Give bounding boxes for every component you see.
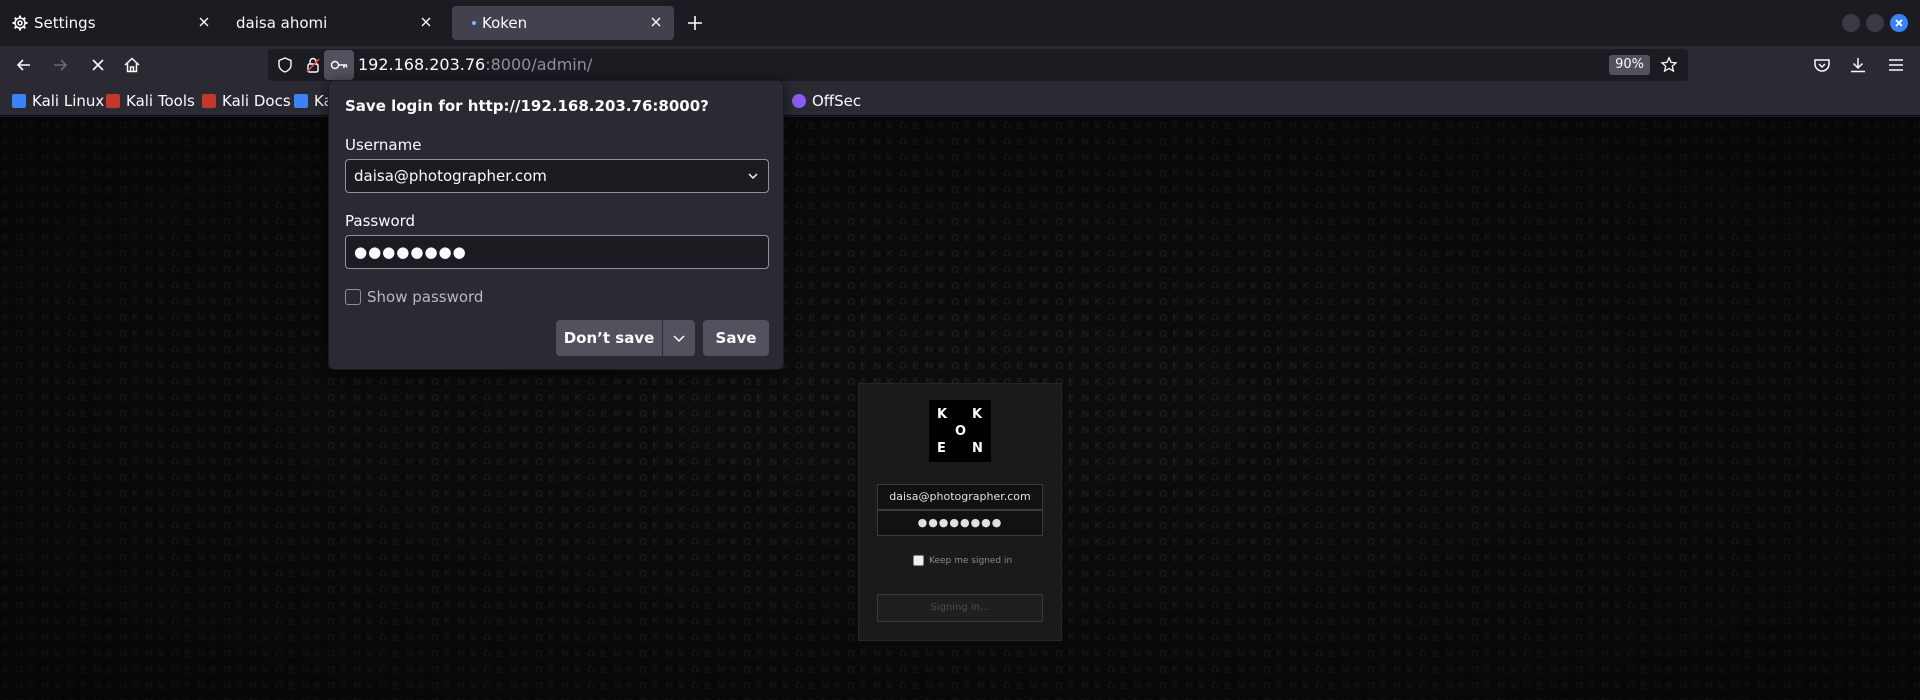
save-login-popup: Save login for http://192.168.203.76:800… [328,80,784,370]
zoom-level-badge[interactable]: 90% [1609,55,1650,75]
show-password-checkbox[interactable] [345,289,361,305]
forward-arrow-icon[interactable] [50,55,70,75]
password-field[interactable]: ●●●●●●●● [345,235,769,269]
tab-title: Settings [34,14,96,32]
downloads-icon[interactable] [1848,55,1868,75]
hamburger-menu-icon[interactable] [1886,55,1906,75]
bookmark-kali-tools[interactable]: Kali Tools [106,91,195,111]
logo-letter: K [972,407,983,422]
close-icon[interactable] [648,14,664,30]
bookmark-label: Kali Tools [126,92,195,110]
key-icon [330,60,348,70]
bookmark-label: Kali Linux [32,92,105,110]
bookmark-label: OffSec [812,92,862,110]
tab-title: Koken [482,14,528,32]
keep-signed-in-checkbox[interactable] [913,555,924,566]
popup-title: Save login for http://192.168.203.76:800… [345,97,709,115]
window-close-button[interactable] [1890,14,1908,32]
save-button[interactable]: Save [703,320,769,356]
chevron-down-icon[interactable] [746,169,760,183]
gear-icon [12,15,28,31]
show-password-label: Show password [367,288,484,306]
dont-save-button[interactable]: Don’t save [556,320,662,356]
kali-tools-icon [106,94,120,108]
bookmark-kali-docs[interactable]: Kali Docs [202,91,291,111]
tab-settings[interactable]: Settings [4,6,222,40]
bookmark-star-icon[interactable] [1660,56,1678,74]
tab-title: daisa ahomi [236,14,328,32]
show-password-row[interactable]: Show password [345,288,483,306]
tab-daisa-ahomi[interactable]: daisa ahomi [226,6,444,40]
login-email-input[interactable]: daisa@photographer.com [877,484,1043,510]
login-card: K K O E N daisa@photographer.com ●●●●●●●… [858,383,1062,641]
bookmark-kali-forums[interactable]: Ka [294,91,333,111]
kali-docs-icon [202,94,216,108]
logo-letter: N [972,441,983,456]
url-host: 192.168.203.76 [358,55,486,74]
bookmarks-toolbar: Kali Linux Kali Tools Kali Docs Ka OffSe… [0,84,1920,116]
login-password-input[interactable]: ●●●●●●●● [877,510,1043,536]
keep-signed-in-label: Keep me signed in [929,555,1013,566]
close-icon [1895,19,1903,27]
logo-letter: E [937,441,946,456]
bookmark-kali-linux[interactable]: Kali Linux [12,91,104,111]
tab-strip: Settings daisa ahomi Koken [0,0,1920,46]
close-icon[interactable] [196,14,212,30]
signing-in-button[interactable]: Signing in... [877,594,1043,622]
dont-save-dropdown-button[interactable] [663,320,695,356]
minimize-button[interactable] [1842,14,1860,32]
offsec-icon [792,94,806,108]
logo-letter: O [955,424,967,439]
bookmark-label: Kali Docs [222,92,291,110]
koken-logo: K K O E N [929,400,991,462]
username-field[interactable]: daisa@photographer.com [345,159,769,193]
back-arrow-icon[interactable] [14,55,34,75]
shield-icon[interactable] [276,56,294,74]
username-label: Username [345,136,422,154]
username-value: daisa@photographer.com [354,167,547,185]
insecure-lock-icon[interactable] [304,56,322,74]
bookmark-offsec[interactable]: OffSec [792,91,861,111]
keep-signed-in-row[interactable]: Keep me signed in [913,555,1012,566]
saved-login-key-button[interactable] [324,50,354,80]
logo-letter: K [937,407,948,422]
new-tab-plus-icon[interactable] [684,12,706,34]
chevron-down-icon [673,335,685,343]
url-text[interactable]: 192.168.203.76:8000/admin/ [358,55,592,74]
pocket-icon[interactable] [1812,55,1832,75]
url-path: :8000/admin/ [485,55,593,74]
password-label: Password [345,212,416,230]
home-icon[interactable] [122,55,142,75]
stop-loading-icon[interactable] [88,55,108,75]
maximize-button[interactable] [1866,14,1884,32]
address-bar[interactable]: 192.168.203.76:8000/admin/ 90% [268,49,1688,81]
close-icon[interactable] [418,14,434,30]
kali-dragon-icon [12,94,26,108]
koken-login-page: K O E N K K O E N daisa@photographer.com… [0,117,1920,700]
kali-forums-icon [294,94,308,108]
tab-koken[interactable]: Koken [452,6,674,40]
navigation-toolbar: 192.168.203.76:8000/admin/ 90% [0,46,1920,84]
loading-dot-icon [472,21,476,25]
